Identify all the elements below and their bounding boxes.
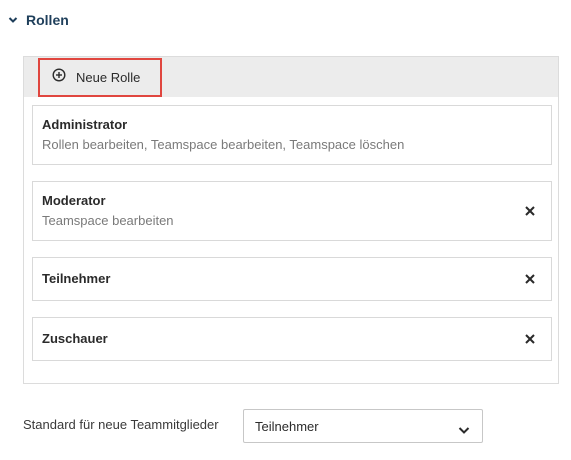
role-card-administrator[interactable]: Administrator Rollen bearbeiten, Teamspa… [32, 105, 552, 165]
section-title: Rollen [26, 12, 69, 28]
role-card-teilnehmer[interactable]: Teilnehmer [32, 257, 552, 301]
role-permissions: Teamspace bearbeiten [42, 213, 174, 228]
role-permissions: Rollen bearbeiten, Teamspace bearbeiten,… [42, 137, 405, 152]
role-name: Administrator [42, 117, 128, 132]
chevron-down-icon [458, 422, 470, 440]
default-role-value: Teilnehmer [255, 419, 319, 434]
role-name: Moderator [42, 193, 106, 208]
section-header-rollen[interactable]: Rollen [8, 12, 69, 28]
role-name: Teilnehmer [42, 271, 111, 286]
close-icon [525, 274, 535, 284]
new-role-button[interactable]: Neue Rolle [38, 58, 162, 97]
default-role-select[interactable]: Teilnehmer [243, 409, 483, 443]
remove-role-button[interactable] [523, 272, 537, 286]
role-card-moderator[interactable]: Moderator Teamspace bearbeiten [32, 181, 552, 241]
chevron-down-icon [8, 16, 18, 24]
plus-circle-icon [52, 68, 66, 87]
remove-role-button[interactable] [523, 204, 537, 218]
default-role-label: Standard für neue Teammitglieder [23, 417, 219, 432]
roles-panel: Neue Rolle Administrator Rollen bearbeit… [23, 56, 559, 384]
close-icon [525, 334, 535, 344]
close-icon [525, 206, 535, 216]
role-name: Zuschauer [42, 331, 108, 346]
role-card-zuschauer[interactable]: Zuschauer [32, 317, 552, 361]
remove-role-button[interactable] [523, 332, 537, 346]
roles-toolbar: Neue Rolle [24, 57, 558, 97]
new-role-label: Neue Rolle [76, 70, 141, 85]
